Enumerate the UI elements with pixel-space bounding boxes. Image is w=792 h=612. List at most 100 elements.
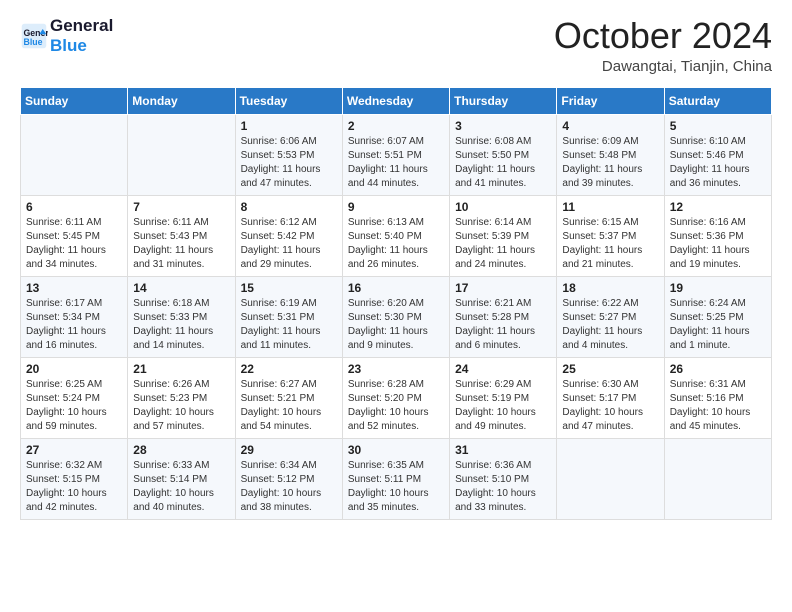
day-number: 17: [455, 281, 551, 295]
title-block: October 2024 Dawangtai, Tianjin, China: [554, 16, 772, 75]
calendar-cell: [21, 114, 128, 195]
calendar-cell: 30 Sunrise: 6:35 AMSunset: 5:11 PMDayligh…: [342, 438, 449, 519]
day-number: 7: [133, 200, 229, 214]
logo: General Blue General Blue: [20, 16, 113, 55]
calendar-cell: [128, 114, 235, 195]
calendar-cell: 24 Sunrise: 6:29 AMSunset: 5:19 PMDayligh…: [450, 357, 557, 438]
day-info: Sunrise: 6:19 AMSunset: 5:31 PMDaylight:…: [241, 297, 337, 353]
day-number: 21: [133, 362, 229, 376]
day-info: Sunrise: 6:29 AMSunset: 5:19 PMDaylight:…: [455, 378, 551, 434]
day-number: 2: [348, 119, 444, 133]
day-info: Sunrise: 6:22 AMSunset: 5:27 PMDaylight:…: [562, 297, 658, 353]
day-number: 12: [670, 200, 766, 214]
calendar-cell: 29 Sunrise: 6:34 AMSunset: 5:12 PMDayligh…: [235, 438, 342, 519]
calendar-cell: 11 Sunrise: 6:15 AMSunset: 5:37 PMDayligh…: [557, 195, 664, 276]
day-info: Sunrise: 6:26 AMSunset: 5:23 PMDaylight:…: [133, 378, 229, 434]
calendar-cell: [557, 438, 664, 519]
calendar-header-row: SundayMondayTuesdayWednesdayThursdayFrid…: [21, 87, 772, 114]
calendar-cell: 27 Sunrise: 6:32 AMSunset: 5:15 PMDayligh…: [21, 438, 128, 519]
calendar-cell: 2Sunrise: 6:07 AMSunset: 5:51 PMDaylight…: [342, 114, 449, 195]
location-title: Dawangtai, Tianjin, China: [554, 58, 772, 75]
day-info: Sunrise: 6:28 AMSunset: 5:20 PMDaylight:…: [348, 378, 444, 434]
calendar-week-3: 13 Sunrise: 6:17 AMSunset: 5:34 PMDayligh…: [21, 276, 772, 357]
day-number: 14: [133, 281, 229, 295]
day-number: 4: [562, 119, 658, 133]
header-wednesday: Wednesday: [342, 87, 449, 114]
day-number: 13: [26, 281, 122, 295]
day-info: Sunrise: 6:32 AMSunset: 5:15 PMDaylight:…: [26, 459, 122, 515]
day-info: Sunrise: 6:25 AMSunset: 5:24 PMDaylight:…: [26, 378, 122, 434]
calendar-cell: 6Sunrise: 6:11 AMSunset: 5:45 PMDaylight…: [21, 195, 128, 276]
day-info: Sunrise: 6:31 AMSunset: 5:16 PMDaylight:…: [670, 378, 766, 434]
calendar-cell: 25 Sunrise: 6:30 AMSunset: 5:17 PMDayligh…: [557, 357, 664, 438]
day-info: Sunrise: 6:14 AMSunset: 5:39 PMDaylight:…: [455, 216, 551, 272]
day-number: 3: [455, 119, 551, 133]
day-number: 8: [241, 200, 337, 214]
day-number: 18: [562, 281, 658, 295]
day-number: 23: [348, 362, 444, 376]
day-info: Sunrise: 6:36 AMSunset: 5:10 PMDaylight:…: [455, 459, 551, 515]
day-number: 9: [348, 200, 444, 214]
calendar-week-5: 27 Sunrise: 6:32 AMSunset: 5:15 PMDayligh…: [21, 438, 772, 519]
day-info: Sunrise: 6:11 AMSunset: 5:45 PMDaylight:…: [26, 216, 122, 272]
calendar-cell: 9Sunrise: 6:13 AMSunset: 5:40 PMDaylight…: [342, 195, 449, 276]
day-info: Sunrise: 6:30 AMSunset: 5:17 PMDaylight:…: [562, 378, 658, 434]
day-number: 15: [241, 281, 337, 295]
day-number: 16: [348, 281, 444, 295]
calendar-cell: 14 Sunrise: 6:18 AMSunset: 5:33 PMDayligh…: [128, 276, 235, 357]
day-info: Sunrise: 6:24 AMSunset: 5:25 PMDaylight:…: [670, 297, 766, 353]
calendar-cell: 28Sunrise: 6:33 AMSunset: 5:14 PMDayligh…: [128, 438, 235, 519]
calendar-week-2: 6Sunrise: 6:11 AMSunset: 5:45 PMDaylight…: [21, 195, 772, 276]
day-number: 25: [562, 362, 658, 376]
day-number: 27: [26, 443, 122, 457]
day-info: Sunrise: 6:06 AMSunset: 5:53 PMDaylight:…: [241, 135, 337, 191]
calendar-cell: 17Sunrise: 6:21 AMSunset: 5:28 PMDayligh…: [450, 276, 557, 357]
calendar-cell: 10Sunrise: 6:14 AMSunset: 5:39 PMDayligh…: [450, 195, 557, 276]
calendar-body: 1 Sunrise: 6:06 AMSunset: 5:53 PMDaylight…: [21, 114, 772, 519]
month-title: October 2024: [554, 16, 772, 56]
day-number: 22: [241, 362, 337, 376]
header-thursday: Thursday: [450, 87, 557, 114]
day-number: 1: [241, 119, 337, 133]
calendar-cell: 22 Sunrise: 6:27 AMSunset: 5:21 PMDayligh…: [235, 357, 342, 438]
day-info: Sunrise: 6:20 AMSunset: 5:30 PMDaylight:…: [348, 297, 444, 353]
day-info: Sunrise: 6:34 AMSunset: 5:12 PMDaylight:…: [241, 459, 337, 515]
calendar-cell: 18 Sunrise: 6:22 AMSunset: 5:27 PMDayligh…: [557, 276, 664, 357]
day-info: Sunrise: 6:16 AMSunset: 5:36 PMDaylight:…: [670, 216, 766, 272]
calendar-cell: 26 Sunrise: 6:31 AMSunset: 5:16 PMDayligh…: [664, 357, 771, 438]
svg-text:Blue: Blue: [24, 36, 43, 46]
day-info: Sunrise: 6:12 AMSunset: 5:42 PMDaylight:…: [241, 216, 337, 272]
calendar-cell: 23 Sunrise: 6:28 AMSunset: 5:20 PMDayligh…: [342, 357, 449, 438]
day-info: Sunrise: 6:09 AMSunset: 5:48 PMDaylight:…: [562, 135, 658, 191]
day-number: 26: [670, 362, 766, 376]
day-info: Sunrise: 6:18 AMSunset: 5:33 PMDaylight:…: [133, 297, 229, 353]
calendar-cell: 12 Sunrise: 6:16 AMSunset: 5:36 PMDayligh…: [664, 195, 771, 276]
day-info: Sunrise: 6:17 AMSunset: 5:34 PMDaylight:…: [26, 297, 122, 353]
day-number: 19: [670, 281, 766, 295]
day-number: 20: [26, 362, 122, 376]
calendar-cell: 15 Sunrise: 6:19 AMSunset: 5:31 PMDayligh…: [235, 276, 342, 357]
day-info: Sunrise: 6:15 AMSunset: 5:37 PMDaylight:…: [562, 216, 658, 272]
logo-icon: General Blue: [20, 22, 48, 50]
day-info: Sunrise: 6:35 AMSunset: 5:11 PMDaylight:…: [348, 459, 444, 515]
calendar-cell: 21 Sunrise: 6:26 AMSunset: 5:23 PMDayligh…: [128, 357, 235, 438]
calendar-cell: 8 Sunrise: 6:12 AMSunset: 5:42 PMDaylight…: [235, 195, 342, 276]
calendar-week-4: 20 Sunrise: 6:25 AMSunset: 5:24 PMDayligh…: [21, 357, 772, 438]
day-number: 5: [670, 119, 766, 133]
calendar-table: SundayMondayTuesdayWednesdayThursdayFrid…: [20, 87, 772, 520]
header-monday: Monday: [128, 87, 235, 114]
calendar-cell: 1 Sunrise: 6:06 AMSunset: 5:53 PMDaylight…: [235, 114, 342, 195]
day-info: Sunrise: 6:27 AMSunset: 5:21 PMDaylight:…: [241, 378, 337, 434]
logo-text-general: General: [50, 16, 113, 36]
day-number: 24: [455, 362, 551, 376]
day-number: 30: [348, 443, 444, 457]
day-number: 11: [562, 200, 658, 214]
calendar-cell: [664, 438, 771, 519]
day-info: Sunrise: 6:11 AMSunset: 5:43 PMDaylight:…: [133, 216, 229, 272]
calendar-cell: 13 Sunrise: 6:17 AMSunset: 5:34 PMDayligh…: [21, 276, 128, 357]
calendar-cell: 31Sunrise: 6:36 AMSunset: 5:10 PMDayligh…: [450, 438, 557, 519]
header-tuesday: Tuesday: [235, 87, 342, 114]
calendar-cell: 16 Sunrise: 6:20 AMSunset: 5:30 PMDayligh…: [342, 276, 449, 357]
day-number: 29: [241, 443, 337, 457]
calendar-cell: 19 Sunrise: 6:24 AMSunset: 5:25 PMDayligh…: [664, 276, 771, 357]
